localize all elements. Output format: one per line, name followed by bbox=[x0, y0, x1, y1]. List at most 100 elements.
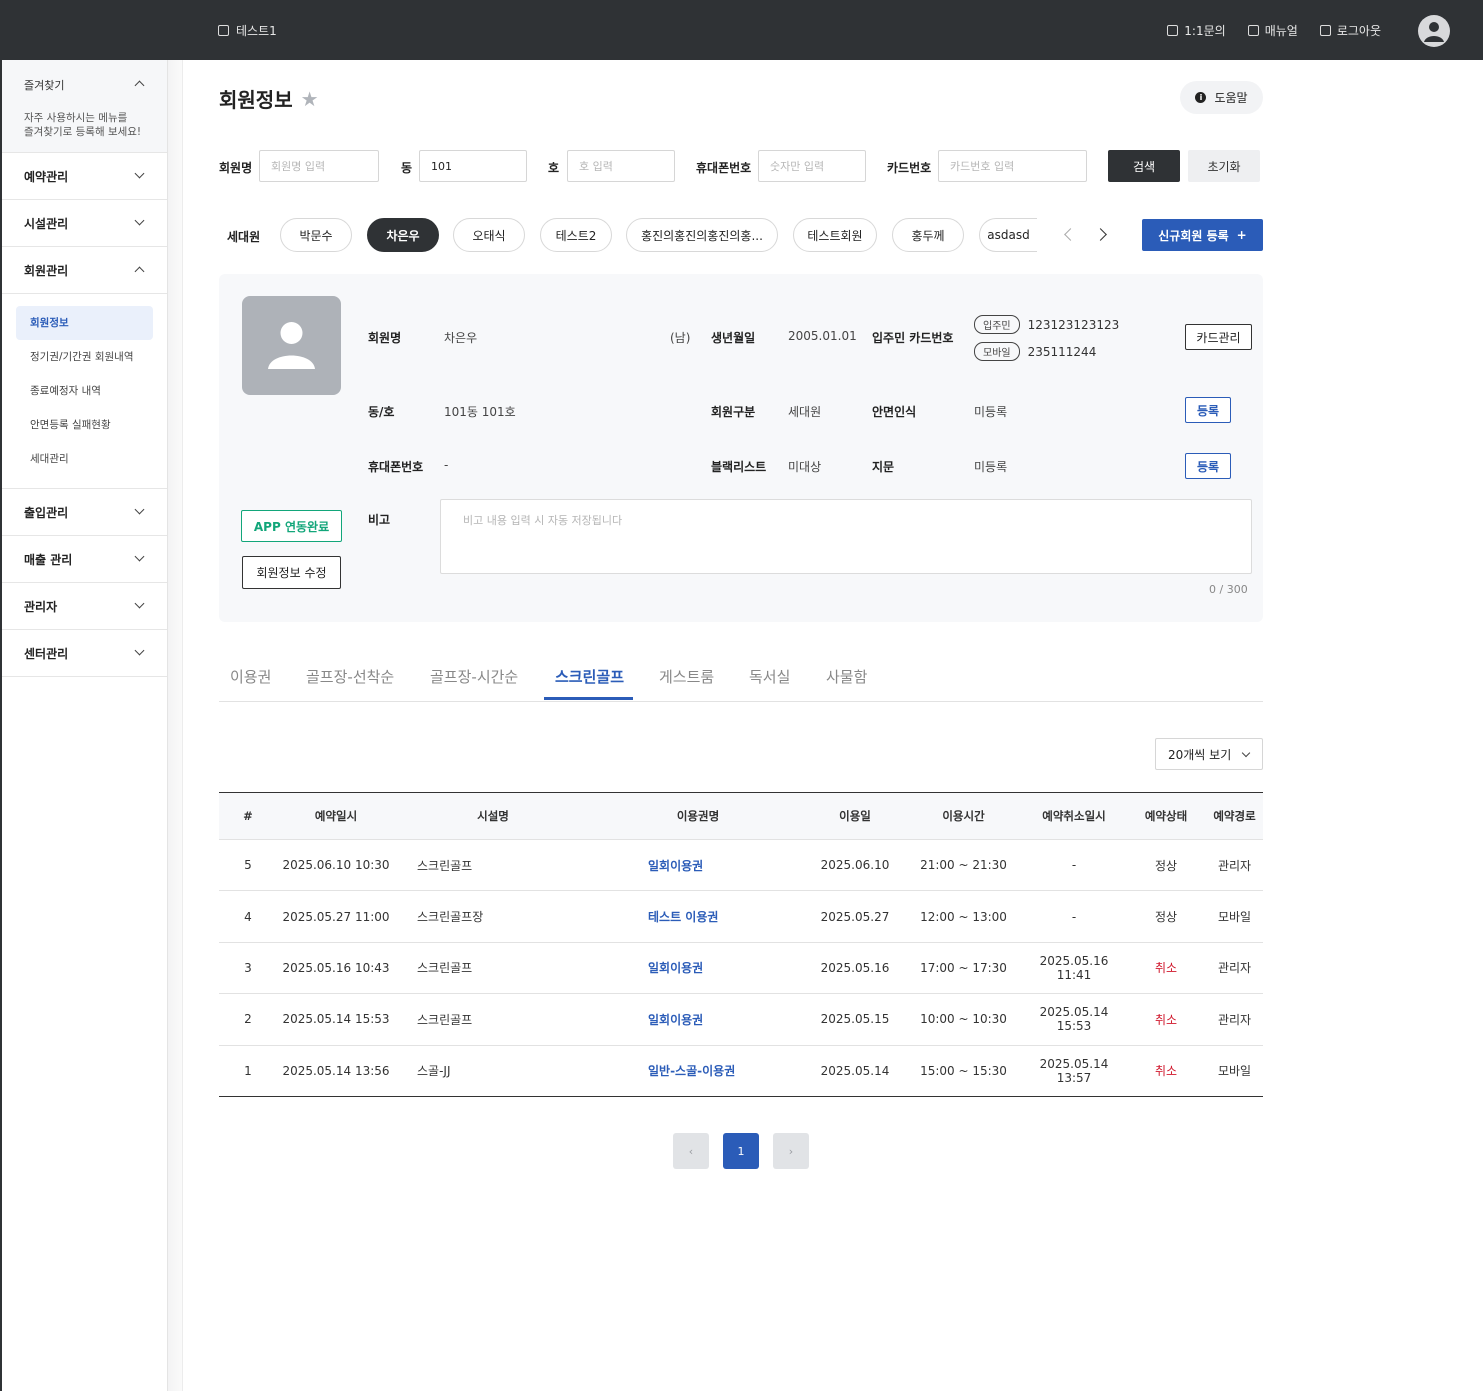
inquiry-label: 1:1문의 bbox=[1184, 24, 1226, 38]
fingerprint-register-button[interactable]: 등록 bbox=[1185, 453, 1231, 479]
sidebar-item-face-fail[interactable]: 안면등록 실패현황 bbox=[16, 408, 153, 442]
sidebar-item-expiring[interactable]: 종료예정자 내역 bbox=[16, 374, 153, 408]
tab-reading-room[interactable]: 독서실 bbox=[749, 666, 790, 687]
card-row-mobile: 모바일 235111244 bbox=[974, 342, 1119, 361]
cell-status: 정상 bbox=[1154, 910, 1178, 925]
new-member-button[interactable]: 신규회원 등록 + bbox=[1142, 219, 1263, 251]
chevron-down-icon bbox=[1242, 748, 1251, 757]
menu-center[interactable]: 센터관리 bbox=[2, 630, 167, 677]
fingerprint-value: 미등록 bbox=[974, 460, 1008, 474]
household-member-active[interactable]: 차은우 bbox=[367, 218, 439, 252]
cell-ticket-link[interactable]: 일회이용권 bbox=[591, 994, 805, 1045]
cell-cancel-at: - bbox=[1071, 858, 1077, 873]
cell-use-time: 15:00 ~ 15:30 bbox=[920, 1063, 1007, 1078]
card-number-mobile: 235111244 bbox=[1027, 345, 1097, 359]
cell-ticket-link[interactable]: 테스트 이용권 bbox=[591, 891, 805, 942]
dong-input[interactable] bbox=[419, 150, 527, 182]
household-member[interactable]: 홍진의홍진의홍진의홍... bbox=[626, 218, 778, 252]
user-icon bbox=[1424, 22, 1444, 42]
cell-cancel-at: 2025.05.14 15:53 bbox=[1039, 1005, 1109, 1034]
dongho-value: 101동 101호 bbox=[444, 405, 516, 419]
name-input[interactable] bbox=[259, 150, 379, 182]
member-name: 차은우 bbox=[444, 331, 478, 345]
memo-textarea[interactable] bbox=[440, 499, 1252, 574]
search-button[interactable]: 검색 bbox=[1108, 150, 1180, 182]
avatar[interactable] bbox=[1418, 15, 1450, 47]
phone-input[interactable] bbox=[758, 150, 866, 182]
cell-route: 모바일 bbox=[1217, 1064, 1252, 1079]
next-page-button[interactable]: › bbox=[773, 1133, 809, 1169]
search-bar: 회원명 동 호 휴대폰번호 카드번호 검색 초기화 bbox=[219, 150, 1263, 182]
help-label: 도움말 bbox=[1214, 91, 1248, 105]
star-icon[interactable]: ★ bbox=[301, 87, 319, 111]
household-member[interactable]: 테스트2 bbox=[540, 218, 612, 252]
page-size-select[interactable]: 20개씩 보기 bbox=[1155, 738, 1263, 770]
logout-link[interactable]: 로그아웃 bbox=[1319, 22, 1381, 39]
birth-label: 생년월일 bbox=[711, 331, 756, 345]
cell-ticket-link[interactable]: 일회이용권 bbox=[591, 942, 805, 993]
sidebar-item-household[interactable]: 세대관리 bbox=[16, 442, 153, 476]
cell-cancel-at: - bbox=[1071, 909, 1077, 924]
manual-link[interactable]: 매뉴얼 bbox=[1247, 22, 1298, 39]
tab-guest-room[interactable]: 게스트룸 bbox=[659, 666, 714, 687]
blacklist-label: 블랙리스트 bbox=[711, 460, 767, 474]
menu-member[interactable]: 회원관리 bbox=[2, 247, 167, 294]
household-member[interactable]: 홍두께 bbox=[892, 218, 964, 252]
tab-golf-first-come[interactable]: 골프장-선착순 bbox=[306, 666, 394, 687]
col-header: # bbox=[243, 809, 253, 823]
book-icon bbox=[1247, 25, 1259, 36]
cell-route: 관리자 bbox=[1217, 961, 1252, 976]
favorites-desc-line2: 즐겨찾기로 등록해 보세요! bbox=[24, 126, 142, 138]
inquiry-link[interactable]: 1:1문의 bbox=[1167, 22, 1226, 39]
ho-input[interactable] bbox=[567, 150, 675, 182]
page-number-current[interactable]: 1 bbox=[723, 1133, 759, 1169]
cell-no: 5 bbox=[244, 858, 252, 873]
sidebar-item-member-info[interactable]: 회원정보 bbox=[16, 306, 153, 340]
face-label: 안면인식 bbox=[872, 405, 917, 419]
logout-icon bbox=[1319, 25, 1331, 36]
sidebar-item-season-ticket[interactable]: 정기권/기간권 회원내역 bbox=[16, 340, 153, 374]
household-member[interactable]: asdasd bbox=[979, 218, 1037, 252]
card-manage-button[interactable]: 카드관리 bbox=[1185, 324, 1252, 350]
member-type-value: 세대원 bbox=[788, 405, 822, 419]
site-selector[interactable]: 테스트1 bbox=[218, 22, 277, 39]
help-button[interactable]: i 도움말 bbox=[1180, 81, 1263, 114]
tab-golf-time[interactable]: 골프장-시간순 bbox=[430, 666, 518, 687]
menu-reservation[interactable]: 예약관리 bbox=[2, 153, 167, 200]
cell-ticket-link[interactable]: 일회이용권 bbox=[591, 840, 805, 891]
household-member[interactable]: 테스트회원 bbox=[793, 218, 877, 252]
tab-locker[interactable]: 사물함 bbox=[826, 666, 867, 687]
cell-reserved-at: 2025.05.14 13:56 bbox=[282, 1063, 390, 1078]
table-row: 4 2025.05.27 11:00 스크린골프장 테스트 이용권 2025.0… bbox=[219, 891, 1263, 943]
cell-status-cancel: 취소 bbox=[1154, 1012, 1178, 1027]
cell-reserved-at: 2025.06.10 10:30 bbox=[282, 858, 390, 873]
table-row: 3 2025.05.16 10:43 스크린골프 일회이용권 2025.05.1… bbox=[219, 942, 1263, 994]
chevron-left-icon[interactable] bbox=[1064, 228, 1077, 241]
menu-admin[interactable]: 관리자 bbox=[2, 583, 167, 630]
face-register-button[interactable]: 등록 bbox=[1185, 397, 1231, 423]
cell-use-date: 2025.05.16 bbox=[820, 960, 890, 975]
menu-facility[interactable]: 시설관리 bbox=[2, 200, 167, 247]
cell-ticket-link[interactable]: 일반-스골-이용권 bbox=[591, 1045, 805, 1096]
cell-route: 관리자 bbox=[1217, 1012, 1252, 1027]
household-member[interactable]: 박문수 bbox=[280, 218, 352, 252]
edit-member-button[interactable]: 회원정보 수정 bbox=[242, 556, 341, 589]
col-header: 예약일시 bbox=[314, 809, 358, 823]
chevron-right-icon[interactable] bbox=[1094, 228, 1107, 241]
menu-access[interactable]: 출입관리 bbox=[2, 489, 167, 536]
cell-use-date: 2025.05.27 bbox=[820, 909, 890, 924]
menu-label: 매출 관리 bbox=[24, 553, 73, 567]
tab-ticket[interactable]: 이용권 bbox=[230, 666, 271, 687]
cell-no: 2 bbox=[244, 1012, 252, 1027]
col-header: 이용일 bbox=[839, 809, 871, 823]
chevron-down-icon bbox=[134, 215, 145, 226]
household-member[interactable]: 오태식 bbox=[453, 218, 525, 252]
member-card: 회원명 차은우 (남) 생년월일 2005.01.01 입주민 카드번호 입주민… bbox=[219, 274, 1263, 622]
tab-screen-golf[interactable]: 스크린골프 bbox=[555, 666, 624, 687]
reset-button[interactable]: 초기화 bbox=[1188, 150, 1260, 182]
menu-sales[interactable]: 매출 관리 bbox=[2, 536, 167, 583]
cell-use-time: 12:00 ~ 13:00 bbox=[920, 909, 1007, 924]
card-input[interactable] bbox=[938, 150, 1087, 182]
prev-page-button[interactable]: ‹ bbox=[673, 1133, 709, 1169]
menu-label: 회원관리 bbox=[24, 264, 69, 278]
